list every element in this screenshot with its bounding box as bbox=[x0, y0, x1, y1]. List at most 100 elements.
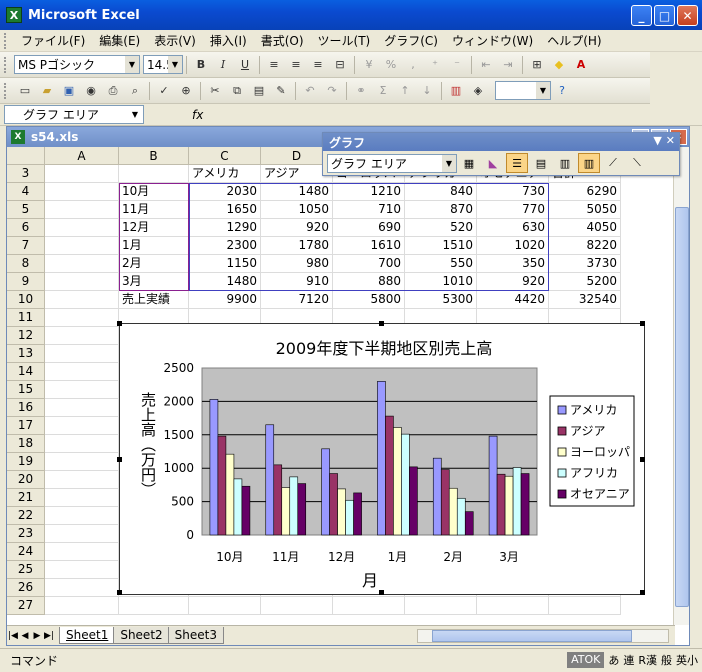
bar-アメリカ-10月[interactable] bbox=[209, 399, 219, 536]
bar-アフリカ-12月[interactable] bbox=[345, 499, 354, 536]
ime-mode[interactable]: ATOK bbox=[567, 652, 605, 668]
excel-icon[interactable]: X bbox=[6, 7, 22, 23]
cell[interactable] bbox=[45, 201, 119, 219]
hyperlink-icon[interactable]: ⚭ bbox=[351, 81, 371, 101]
cell[interactable]: 880 bbox=[333, 273, 405, 291]
cell[interactable]: 3月 bbox=[119, 273, 189, 291]
bar-オセアニア-12月[interactable] bbox=[353, 492, 362, 536]
redo-icon[interactable]: ↷ bbox=[322, 81, 342, 101]
row-header[interactable]: 18 bbox=[7, 435, 45, 453]
sort-descending-icon[interactable]: ↓ bbox=[417, 81, 437, 101]
workbook-icon[interactable]: X bbox=[11, 130, 25, 144]
cell[interactable]: 1150 bbox=[189, 255, 261, 273]
vertical-scroll-thumb[interactable] bbox=[675, 207, 689, 607]
cell[interactable] bbox=[45, 417, 119, 435]
cell[interactable] bbox=[119, 165, 189, 183]
ime-alpha[interactable]: 英小 bbox=[676, 652, 698, 668]
cell[interactable]: 1480 bbox=[261, 183, 333, 201]
row-header[interactable]: 14 bbox=[7, 363, 45, 381]
maximize-button[interactable]: □ bbox=[654, 5, 675, 26]
chart-type-icon[interactable]: ◣ bbox=[482, 153, 504, 173]
cell[interactable]: 550 bbox=[405, 255, 477, 273]
cell[interactable] bbox=[45, 579, 119, 597]
cell[interactable]: 2030 bbox=[189, 183, 261, 201]
name-box[interactable]: グラフ エリア ▼ bbox=[4, 105, 144, 124]
horizontal-scroll-thumb[interactable] bbox=[432, 630, 632, 642]
by-column-icon[interactable]: ▥ bbox=[578, 153, 600, 173]
row-header[interactable]: 8 bbox=[7, 255, 45, 273]
cell[interactable] bbox=[189, 597, 261, 615]
cell[interactable]: 1290 bbox=[189, 219, 261, 237]
cell[interactable]: 9900 bbox=[189, 291, 261, 309]
close-icon[interactable]: ✕ bbox=[666, 134, 675, 147]
column-header-c[interactable]: C bbox=[189, 147, 261, 165]
cell[interactable] bbox=[45, 183, 119, 201]
cell[interactable] bbox=[45, 291, 119, 309]
cell[interactable]: 1月 bbox=[119, 237, 189, 255]
cell[interactable] bbox=[45, 273, 119, 291]
chart-wizard-icon[interactable]: ▥ bbox=[446, 81, 466, 101]
bar-アジア-10月[interactable] bbox=[217, 435, 227, 536]
bar-アフリカ-3月[interactable] bbox=[512, 467, 522, 536]
cell[interactable]: 4050 bbox=[549, 219, 621, 237]
row-header[interactable]: 4 bbox=[7, 183, 45, 201]
decrease-indent-icon[interactable]: ⇤ bbox=[476, 55, 496, 75]
row-header[interactable]: 15 bbox=[7, 381, 45, 399]
bar-アメリカ-3月[interactable] bbox=[488, 435, 498, 536]
toolbar-grip[interactable] bbox=[4, 32, 8, 49]
increase-decimal-icon[interactable]: ⁺ bbox=[425, 55, 445, 75]
row-header[interactable]: 23 bbox=[7, 525, 45, 543]
row-header[interactable]: 25 bbox=[7, 561, 45, 579]
research-icon[interactable]: ⊕ bbox=[176, 81, 196, 101]
cell[interactable]: 1020 bbox=[477, 237, 549, 255]
y-axis-title[interactable]: 売上高（万円） bbox=[139, 392, 157, 497]
undo-icon[interactable]: ↶ bbox=[300, 81, 320, 101]
cell[interactable] bbox=[45, 471, 119, 489]
cell[interactable]: 630 bbox=[477, 219, 549, 237]
align-left-icon[interactable]: ≡ bbox=[264, 55, 284, 75]
cell[interactable]: 920 bbox=[477, 273, 549, 291]
bar-ヨーロッパ-1月[interactable] bbox=[393, 427, 402, 536]
menu-format[interactable]: 書式(O) bbox=[254, 32, 311, 49]
cell[interactable]: 910 bbox=[261, 273, 333, 291]
menu-view[interactable]: 表示(V) bbox=[147, 32, 203, 49]
bar-アメリカ-12月[interactable] bbox=[321, 448, 330, 536]
column-header-b[interactable]: B bbox=[119, 147, 189, 165]
print-icon[interactable]: ⎙ bbox=[103, 81, 123, 101]
merge-center-icon[interactable]: ⊟ bbox=[330, 55, 350, 75]
toolbar-grip[interactable] bbox=[4, 82, 8, 99]
bar-アメリカ-1月[interactable] bbox=[377, 381, 386, 536]
last-sheet-icon[interactable]: ▶| bbox=[43, 631, 55, 641]
bar-オセアニア-3月[interactable] bbox=[520, 473, 530, 536]
column-chart[interactable]: 0 500 1000 1500 2000 2500 10月 11月 12月 1月 2月 3月 2009年… bbox=[122, 326, 642, 592]
menu-insert[interactable]: 挿入(I) bbox=[203, 32, 254, 49]
bar-アジア-1月[interactable] bbox=[385, 415, 394, 536]
minimize-button[interactable]: _ bbox=[631, 5, 652, 26]
cell[interactable]: 10月 bbox=[119, 183, 189, 201]
horizontal-scrollbar[interactable] bbox=[417, 629, 669, 643]
cell[interactable] bbox=[45, 255, 119, 273]
row-header[interactable]: 22 bbox=[7, 507, 45, 525]
cell[interactable] bbox=[45, 381, 119, 399]
cell[interactable] bbox=[477, 597, 549, 615]
help-icon[interactable]: ? bbox=[552, 81, 572, 101]
cell[interactable]: 5300 bbox=[405, 291, 477, 309]
menu-chart[interactable]: グラフ(C) bbox=[377, 32, 445, 49]
bar-アメリカ-11月[interactable] bbox=[265, 424, 275, 536]
bar-ヨーロッパ-12月[interactable] bbox=[337, 488, 346, 536]
row-header[interactable]: 24 bbox=[7, 543, 45, 561]
cell[interactable]: 11月 bbox=[119, 201, 189, 219]
cell[interactable] bbox=[45, 561, 119, 579]
next-sheet-icon[interactable]: ▶ bbox=[31, 631, 43, 641]
font-name-select[interactable]: MS Pゴシック ▼ bbox=[14, 55, 140, 74]
copy-icon[interactable]: ⧉ bbox=[227, 81, 247, 101]
ime-dictionary[interactable]: 般 bbox=[661, 652, 672, 668]
select-all-corner[interactable] bbox=[7, 147, 45, 165]
x-axis-title[interactable]: 月 bbox=[362, 571, 378, 590]
cell[interactable]: 870 bbox=[405, 201, 477, 219]
cell[interactable] bbox=[45, 507, 119, 525]
cell[interactable]: 1050 bbox=[261, 201, 333, 219]
cell[interactable]: 1480 bbox=[189, 273, 261, 291]
font-size-select[interactable]: 14.5 ▼ bbox=[143, 55, 183, 74]
cell[interactable]: 4420 bbox=[477, 291, 549, 309]
